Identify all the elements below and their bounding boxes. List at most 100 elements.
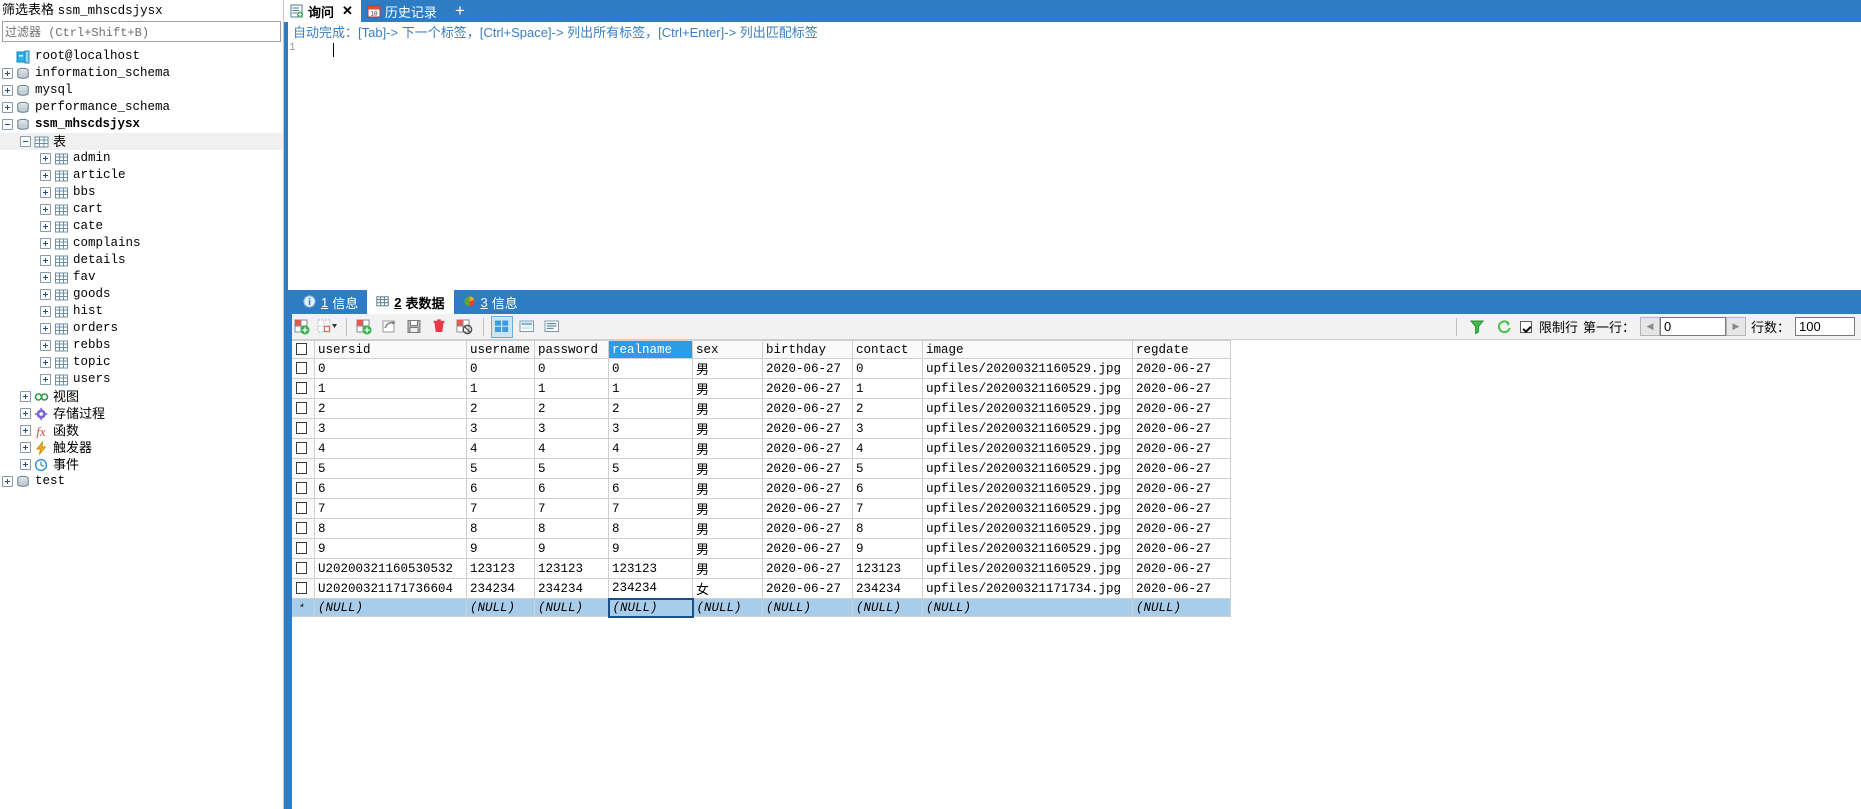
grid-cell-sex[interactable]: 男 [692,518,763,539]
grid-cell-regdate[interactable]: 2020-06-27 [1132,438,1231,459]
grid-cell-sex[interactable]: 女 [692,578,763,599]
expander-table[interactable] [40,204,51,215]
grid-cell-birthday[interactable]: 2020-06-27 [762,518,853,539]
grid-column-header-password[interactable]: password [534,340,609,359]
tree-item-table-topic[interactable]: topic [0,354,283,371]
expander-table[interactable] [40,323,51,334]
row-select-cell[interactable] [288,438,315,459]
checkbox-icon[interactable] [296,462,307,475]
row-select-cell[interactable] [288,538,315,559]
limit-rows-checkbox[interactable] [1519,320,1532,333]
grid-cell-image[interactable]: upfiles/20200321160529.jpg [922,558,1133,579]
expander-information_schema[interactable] [2,68,13,79]
grid-cell-username[interactable]: 4 [466,438,535,459]
grid-cell-usersid[interactable]: 0 [314,358,467,379]
grid-cell-username[interactable]: 1 [466,378,535,399]
grid-cell-regdate[interactable]: 2020-06-27 [1132,518,1231,539]
grid-cell-usersid[interactable]: 1 [314,378,467,399]
grid-cell-password[interactable]: 5 [534,458,609,479]
new-row-cell-password[interactable]: (NULL) [534,598,609,617]
checkbox-icon[interactable] [296,562,307,575]
close-icon[interactable]: ✕ [342,3,353,19]
tree-item-table-bbs[interactable]: bbs [0,184,283,201]
tree-item-group-procedure-icon[interactable]: 存储过程 [0,405,283,422]
grid-cell-username[interactable]: 5 [466,458,535,479]
sql-editor[interactable]: 1 [284,41,1861,290]
grid-cell-password[interactable]: 2 [534,398,609,419]
expander-plus-test[interactable] [2,476,13,487]
expander-table[interactable] [40,272,51,283]
checkbox-icon[interactable] [296,422,307,435]
post-record-icon[interactable] [354,316,376,338]
grid-cell-birthday[interactable]: 2020-06-27 [762,378,853,399]
grid-cell-birthday[interactable]: 2020-06-27 [762,498,853,519]
row-select-cell[interactable] [288,518,315,539]
new-row-cell-username[interactable]: (NULL) [466,598,535,617]
grid-cell-realname[interactable]: 234234 [608,578,693,599]
grid-cell-birthday[interactable]: 2020-06-27 [762,358,853,379]
grid-cell-username[interactable]: 2 [466,398,535,419]
grid-cell-usersid[interactable]: 6 [314,478,467,499]
expander-table[interactable] [40,255,51,266]
grid-cell-password[interactable]: 0 [534,358,609,379]
grid-cell-contact[interactable]: 2 [852,398,923,419]
grid-cell-regdate[interactable]: 2020-06-27 [1132,558,1231,579]
grid-cell-contact[interactable]: 6 [852,478,923,499]
checkbox-icon[interactable] [296,442,307,455]
expander-table[interactable] [40,357,51,368]
grid-cell-contact[interactable]: 7 [852,498,923,519]
tree-item-table-goods[interactable]: goods [0,286,283,303]
grid-cell-sex[interactable]: 男 [692,458,763,479]
row-select-cell[interactable] [288,358,315,379]
grid-cell-username[interactable]: 6 [466,478,535,499]
grid-cell-birthday[interactable]: 2020-06-27 [762,538,853,559]
grid-cell-realname[interactable]: 123123 [608,558,693,579]
grid-cell-username[interactable]: 3 [466,418,535,439]
grid-cell-usersid[interactable]: 8 [314,518,467,539]
tree-item-table-details[interactable]: details [0,252,283,269]
grid-cell-contact[interactable]: 0 [852,358,923,379]
tree-item-tables-group[interactable]: 表 [0,133,283,150]
grid-cell-usersid[interactable]: 3 [314,418,467,439]
grid-cell-birthday[interactable]: 2020-06-27 [762,578,853,599]
table-row[interactable]: 4 4 4 4 男 2020-06-27 4 upfiles/20200321160529.j… [288,438,1231,459]
first-row-input[interactable]: 0 [1659,317,1726,336]
revert-record-icon[interactable] [379,316,401,338]
table-row[interactable]: 7 7 7 7 男 2020-06-27 7 upfiles/20200321160529.j… [288,498,1231,519]
grid-cell-username[interactable]: 9 [466,538,535,559]
tree-item-connection[interactable]: root@localhost [0,48,283,65]
form-view-icon[interactable] [516,316,538,338]
grid-cell-usersid[interactable]: 9 [314,538,467,559]
grid-cell-realname[interactable]: 3 [608,418,693,439]
grid-cell-password[interactable]: 3 [534,418,609,439]
expander-table[interactable] [40,170,51,181]
tree-item-table-rebbs[interactable]: rebbs [0,337,283,354]
checkbox-icon[interactable] [296,362,307,375]
table-row[interactable]: U20200321171736604 234234 234234 234234 女 202… [288,578,1231,599]
expander-table[interactable] [40,187,51,198]
expander-table[interactable] [40,306,51,317]
result-tab-info-1[interactable]: 1 信息 [294,290,367,314]
grid-cell-realname[interactable]: 8 [608,518,693,539]
grid-cell-sex[interactable]: 男 [692,538,763,559]
grid-cell-usersid[interactable]: U20200321160530532 [314,558,467,579]
grid-cell-regdate[interactable]: 2020-06-27 [1132,538,1231,559]
row-select-cell[interactable] [288,498,315,519]
new-row-cell-usersid[interactable]: (NULL) [314,598,467,617]
grid-cell-birthday[interactable]: 2020-06-27 [762,458,853,479]
grid-cell-image[interactable]: upfiles/20200321160529.jpg [922,538,1133,559]
grid-cell-birthday[interactable]: 2020-06-27 [762,478,853,499]
grid-cell-username[interactable]: 8 [466,518,535,539]
grid-cell-password[interactable]: 123123 [534,558,609,579]
checkbox-icon[interactable] [296,382,307,395]
grid-cell-image[interactable]: upfiles/20200321160529.jpg [922,378,1133,399]
expander-table[interactable] [40,289,51,300]
data-grid-container[interactable]: usersid username password realname sex birthd… [288,340,1861,809]
delete-record-icon[interactable] [429,316,451,338]
row-select-cell[interactable] [288,398,315,419]
tree-item-table-cate[interactable]: cate [0,218,283,235]
expander-table[interactable] [40,340,51,351]
grid-cell-contact[interactable]: 8 [852,518,923,539]
new-row-cell-regdate[interactable]: (NULL) [1132,598,1231,617]
grid-cell-realname[interactable]: 1 [608,378,693,399]
